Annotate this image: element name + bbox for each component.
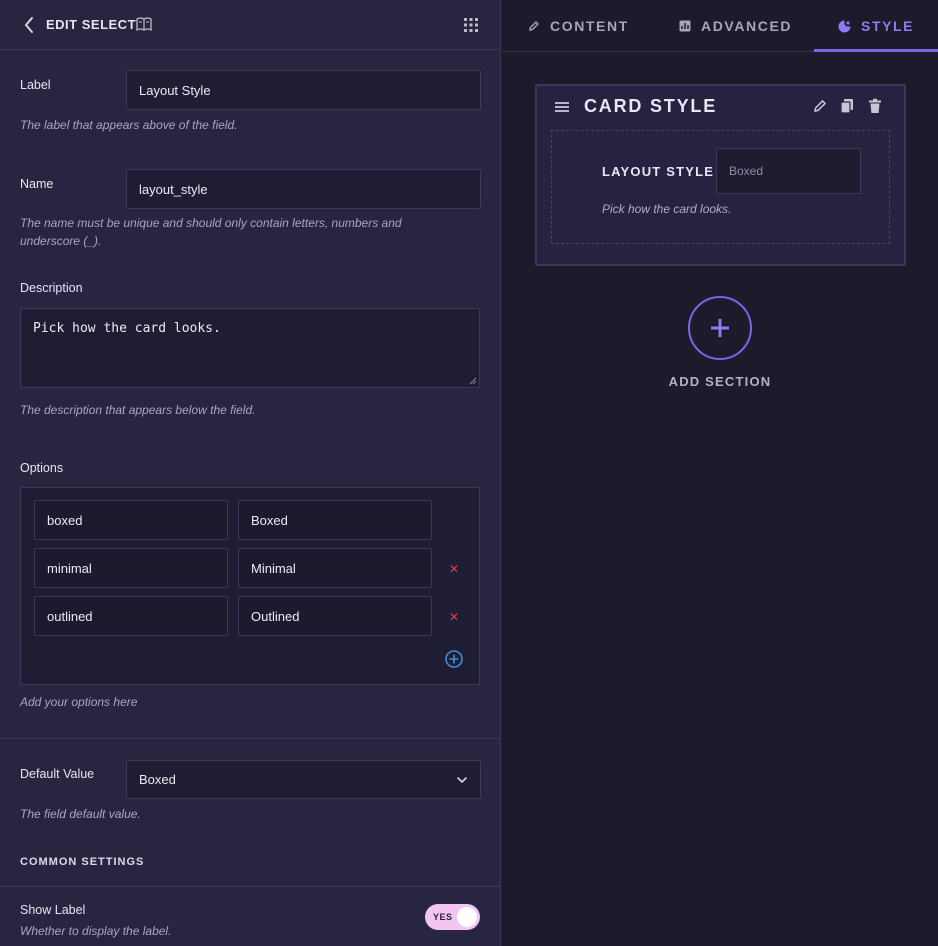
section-title: CARD STYLE	[584, 96, 718, 116]
show-label-help: Whether to display the label.	[20, 924, 172, 938]
divider	[0, 886, 500, 887]
duplicate-icon[interactable]	[839, 98, 855, 114]
toggle-state-text: YES	[433, 912, 453, 922]
label-input[interactable]: Layout Style	[126, 70, 481, 110]
option-value-input[interactable]: boxed	[34, 500, 228, 540]
common-settings-heading: COMMON SETTINGS	[20, 856, 145, 868]
panel-title: EDIT SELECT	[46, 17, 137, 32]
option-label-input[interactable]: Boxed	[238, 500, 432, 540]
book-icon[interactable]	[136, 17, 152, 31]
description-help: The description that appears below the f…	[20, 403, 256, 417]
tab-style-label: STYLE	[861, 18, 915, 34]
option-label-input[interactable]: Outlined	[238, 596, 432, 636]
remove-option-icon[interactable]: ×	[448, 610, 460, 626]
default-value-select[interactable]: Boxed	[126, 760, 481, 799]
plus-icon	[711, 319, 729, 337]
builder-canvas: CONTENT ADVANCED STYLE CARD STYLE LAYOUT…	[502, 0, 938, 946]
tab-advanced[interactable]: ADVANCED	[679, 0, 792, 52]
description-field-label: Description	[20, 281, 83, 295]
preview-help: Pick how the card looks.	[602, 202, 732, 216]
chevron-down-icon	[457, 777, 467, 784]
toggle-knob	[457, 907, 477, 927]
grid-icon[interactable]	[464, 18, 478, 32]
options-help: Add your options here	[20, 695, 138, 709]
tab-bar: CONTENT ADVANCED STYLE	[502, 0, 938, 52]
name-field-label: Name	[20, 177, 54, 191]
default-value-selected: Boxed	[139, 772, 176, 787]
add-option-icon[interactable]	[444, 649, 464, 669]
divider	[0, 738, 500, 739]
preview-field-label: LAYOUT STYLE	[602, 164, 715, 179]
palette-icon	[838, 20, 851, 32]
chevron-left-icon[interactable]	[22, 16, 36, 34]
edit-field-panel: EDIT SELECT Label Layout Style The label…	[0, 0, 501, 946]
tab-advanced-label: ADVANCED	[701, 18, 793, 34]
default-value-field-label: Default Value	[20, 767, 95, 781]
options-repeater: boxed Boxed minimal Minimal × outlined O…	[20, 487, 480, 685]
tab-content[interactable]: CONTENT	[528, 0, 629, 52]
field-preview-area[interactable]: LAYOUT STYLE Boxed Pick how the card loo…	[551, 130, 890, 244]
option-value-input[interactable]: outlined	[34, 596, 228, 636]
add-section-label[interactable]: ADD SECTION	[648, 374, 792, 389]
tab-style[interactable]: STYLE	[838, 0, 914, 52]
resize-grip-icon[interactable]	[469, 377, 477, 385]
name-help-line-2: underscore (_).	[20, 234, 102, 248]
advanced-icon	[679, 20, 691, 32]
show-label-toggle[interactable]: YES	[425, 904, 480, 930]
description-value: Pick how the card looks.	[33, 321, 221, 336]
remove-option-icon[interactable]: ×	[448, 562, 460, 578]
option-label-input[interactable]: Minimal	[238, 548, 432, 588]
panel-header: EDIT SELECT	[0, 0, 500, 50]
preview-select[interactable]: Boxed	[716, 148, 861, 194]
section-card[interactable]: CARD STYLE LAYOUT STYLE Boxed Pick how t…	[535, 84, 906, 266]
show-label-field-label: Show Label	[20, 903, 86, 917]
tab-content-label: CONTENT	[550, 18, 629, 34]
active-tab-indicator	[814, 49, 938, 52]
pencil-icon[interactable]	[812, 98, 828, 114]
default-value-help: The field default value.	[20, 807, 141, 821]
options-field-label: Options	[20, 461, 64, 475]
name-input[interactable]: layout_style	[126, 169, 481, 209]
add-section-button[interactable]	[688, 296, 752, 360]
name-help-line-1: The name must be unique and should only …	[20, 216, 402, 230]
description-textarea[interactable]: Pick how the card looks.	[20, 308, 480, 388]
label-help: The label that appears above of the fiel…	[20, 118, 238, 132]
label-field-label: Label	[20, 78, 51, 92]
drag-handle-icon[interactable]	[554, 100, 570, 114]
pencil-icon	[529, 21, 539, 31]
option-value-input[interactable]: minimal	[34, 548, 228, 588]
trash-icon[interactable]	[867, 98, 883, 114]
